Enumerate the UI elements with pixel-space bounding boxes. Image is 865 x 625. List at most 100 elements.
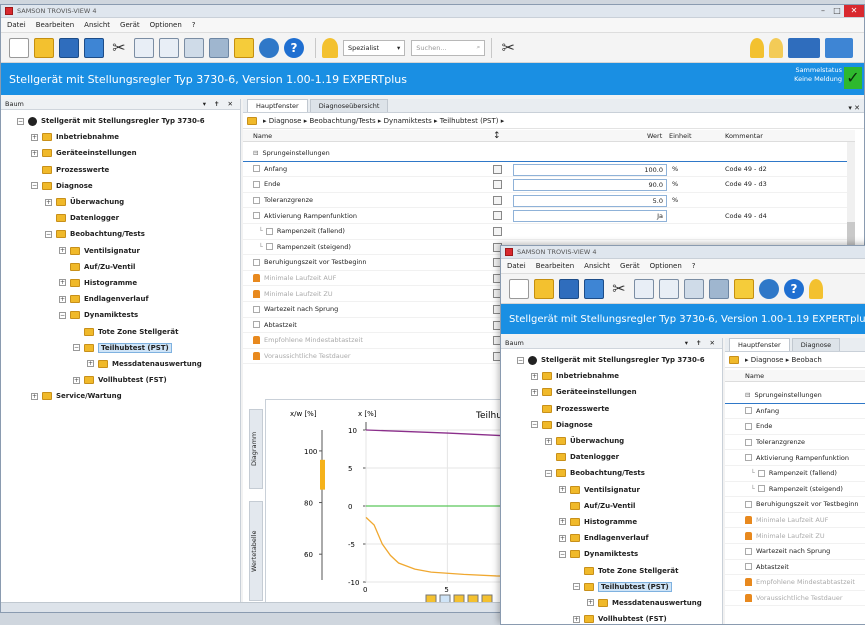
tools-icon[interactable]: ✂ bbox=[498, 38, 518, 58]
read-device-icon-2[interactable] bbox=[709, 278, 729, 299]
collapse-icon[interactable]: − bbox=[573, 583, 580, 591]
tree-node[interactable]: + Service/Wartung bbox=[1, 388, 240, 404]
save-icon[interactable] bbox=[59, 37, 79, 58]
group-row[interactable]: ⊟ Sprungeinstellungen bbox=[243, 146, 855, 162]
menu-geraet[interactable]: Gerät bbox=[120, 21, 140, 29]
expand-icon[interactable]: + bbox=[587, 599, 594, 607]
grid-row[interactable]: Aktivierung Rampenfunktion bbox=[725, 450, 865, 466]
tree-node[interactable]: Tote Zone Stellgerät bbox=[1, 323, 240, 339]
menu2-geraet[interactable]: Gerät bbox=[620, 262, 640, 270]
tree-node[interactable]: + Inbetriebnahme bbox=[1, 129, 240, 145]
tree-node[interactable]: + Geräteeinstellungen bbox=[501, 384, 722, 400]
tree-node[interactable]: − Stellgerät mit Stellungsregler Typ 3730… bbox=[1, 113, 240, 129]
grid-row[interactable]: └ Rampenzeit (steigend) bbox=[725, 481, 865, 498]
collapse-icon[interactable]: − bbox=[531, 421, 538, 429]
menu-optionen[interactable]: Optionen bbox=[150, 21, 182, 29]
menu2-optionen[interactable]: Optionen bbox=[650, 262, 682, 270]
maximize-button[interactable]: □ bbox=[830, 5, 844, 17]
tree-node[interactable]: − Teilhubtest (PST) bbox=[1, 340, 240, 356]
menu-datei[interactable]: Datei bbox=[7, 21, 26, 29]
collapse-icon-2[interactable]: ⊟ bbox=[745, 391, 750, 399]
tree-node[interactable]: + Endlagenverlauf bbox=[1, 291, 240, 307]
close-button[interactable]: ✕ bbox=[844, 5, 864, 17]
menu-bearbeiten[interactable]: Bearbeiten bbox=[36, 21, 74, 29]
tree-node[interactable]: + Überwachung bbox=[501, 433, 722, 449]
tab-wertetabelle[interactable]: Wertetabelle bbox=[249, 501, 263, 601]
tab-diagnoseuebersicht[interactable]: Diagnoseübersicht bbox=[309, 99, 389, 112]
tree-node[interactable]: + Messdatenauswertung bbox=[1, 356, 240, 372]
expand-icon[interactable]: + bbox=[87, 360, 94, 368]
tree-node[interactable]: Prozesswerte bbox=[1, 162, 240, 178]
grid-row[interactable]: Minimale Laufzeit AUF bbox=[725, 512, 865, 529]
device-icon[interactable] bbox=[184, 37, 204, 58]
param-value[interactable]: 5.0 bbox=[513, 194, 667, 207]
grid-row[interactable]: Ende 90.0% Code 49 - d3 bbox=[243, 177, 855, 193]
expand-icon[interactable]: + bbox=[559, 486, 566, 494]
open-folder-icon-2[interactable] bbox=[534, 278, 554, 299]
tree-node[interactable]: + Vollhubtest (FST) bbox=[501, 611, 722, 624]
help-icon-2[interactable]: ? bbox=[784, 278, 804, 299]
pane-controls-2[interactable]: ▾ ✝ ✕ bbox=[685, 339, 718, 347]
expand-icon[interactable]: + bbox=[59, 247, 66, 255]
tree-node[interactable]: − Diagnose bbox=[1, 178, 240, 194]
expand-icon[interactable]: + bbox=[31, 133, 38, 141]
collapse-icon[interactable]: − bbox=[31, 182, 38, 190]
tree-node[interactable]: − Dynamiktests bbox=[501, 546, 722, 562]
read-device-icon[interactable] bbox=[209, 37, 229, 58]
tree-node[interactable]: Tote Zone Stellgerät bbox=[501, 562, 722, 578]
tab-hauptfenster[interactable]: Hauptfenster bbox=[247, 99, 308, 112]
save-as-icon-2[interactable] bbox=[584, 278, 604, 299]
save-as-icon[interactable] bbox=[84, 37, 104, 58]
tree-node[interactable]: + Überwachung bbox=[1, 194, 240, 210]
menu-ansicht[interactable]: Ansicht bbox=[84, 21, 110, 29]
tree-node[interactable]: + Inbetriebnahme bbox=[501, 368, 722, 384]
paste-icon[interactable] bbox=[159, 37, 179, 58]
write-device-icon[interactable] bbox=[234, 37, 254, 58]
tree-node[interactable]: Auf/Zu-Ventil bbox=[1, 259, 240, 275]
grid-row[interactable]: Ende bbox=[725, 419, 865, 435]
tab2-diagnose[interactable]: Diagnose bbox=[791, 338, 841, 351]
tab-controls[interactable]: ▾ ✕ bbox=[848, 104, 860, 112]
sort-icon[interactable]: ↕ bbox=[493, 131, 501, 141]
tree-node[interactable]: Auf/Zu-Ventil bbox=[501, 498, 722, 514]
menu2-help[interactable]: ? bbox=[692, 262, 696, 270]
save-icon-2[interactable] bbox=[559, 278, 579, 299]
open-folder-icon[interactable] bbox=[34, 37, 54, 58]
expand-icon[interactable]: + bbox=[531, 372, 538, 380]
collapse-icon[interactable]: − bbox=[559, 550, 566, 558]
param-value[interactable]: 90.0 bbox=[513, 179, 667, 192]
collapse-icon[interactable]: − bbox=[59, 311, 66, 319]
grid-row[interactable]: Anfang 100.0% Code 49 - d2 bbox=[243, 161, 855, 178]
expand-icon[interactable]: + bbox=[59, 295, 66, 303]
tree-node[interactable]: Prozesswerte bbox=[501, 401, 722, 417]
grid-row[interactable]: └ Rampenzeit (fallend) bbox=[725, 465, 865, 482]
expand-icon[interactable]: + bbox=[59, 279, 66, 287]
help-icon[interactable]: ? bbox=[284, 37, 304, 58]
user-level-dropdown[interactable]: Spezialist ▾ bbox=[343, 39, 406, 56]
tree-node[interactable]: − Diagnose bbox=[501, 417, 722, 433]
new-document-icon-2[interactable] bbox=[509, 278, 529, 299]
cut-icon[interactable]: ✂ bbox=[109, 38, 129, 58]
edit-icon[interactable] bbox=[493, 164, 502, 174]
expand-icon[interactable]: + bbox=[45, 198, 52, 206]
info-icon-2[interactable] bbox=[759, 278, 779, 299]
new-document-icon[interactable] bbox=[9, 37, 29, 58]
tree-node[interactable]: − Teilhubtest (PST) bbox=[501, 579, 722, 595]
breadcrumb-path[interactable]: ▸ Diagnose ▸ Beobachtung/Tests ▸ Dynamik… bbox=[263, 117, 504, 125]
tree-node[interactable]: + Messdatenauswertung bbox=[501, 595, 722, 611]
copy-icon[interactable] bbox=[134, 37, 154, 58]
search-input[interactable]: Suchen... ⌕ bbox=[411, 39, 486, 56]
tree-node[interactable]: + Histogramme bbox=[1, 275, 240, 291]
tree-node[interactable]: − Dynamiktests bbox=[1, 307, 240, 323]
tree-node[interactable]: + Histogramme bbox=[501, 514, 722, 530]
grid-row[interactable]: Abtastzeit bbox=[725, 559, 865, 576]
collapse-icon[interactable]: − bbox=[73, 344, 80, 352]
offline-icon[interactable] bbox=[825, 37, 853, 58]
grid-row[interactable]: Toleranzgrenze 5.0% bbox=[243, 192, 855, 209]
expand-icon[interactable]: + bbox=[559, 534, 566, 542]
expand-icon[interactable]: + bbox=[31, 149, 38, 157]
alarm-icon[interactable] bbox=[750, 37, 764, 58]
tree-node[interactable]: − Stellgerät mit Stellungsregler Typ 3730… bbox=[501, 352, 722, 368]
group-row-2[interactable]: ⊟ Sprungeinstellungen bbox=[725, 388, 865, 404]
tree-node[interactable]: + Endlagenverlauf bbox=[501, 530, 722, 546]
